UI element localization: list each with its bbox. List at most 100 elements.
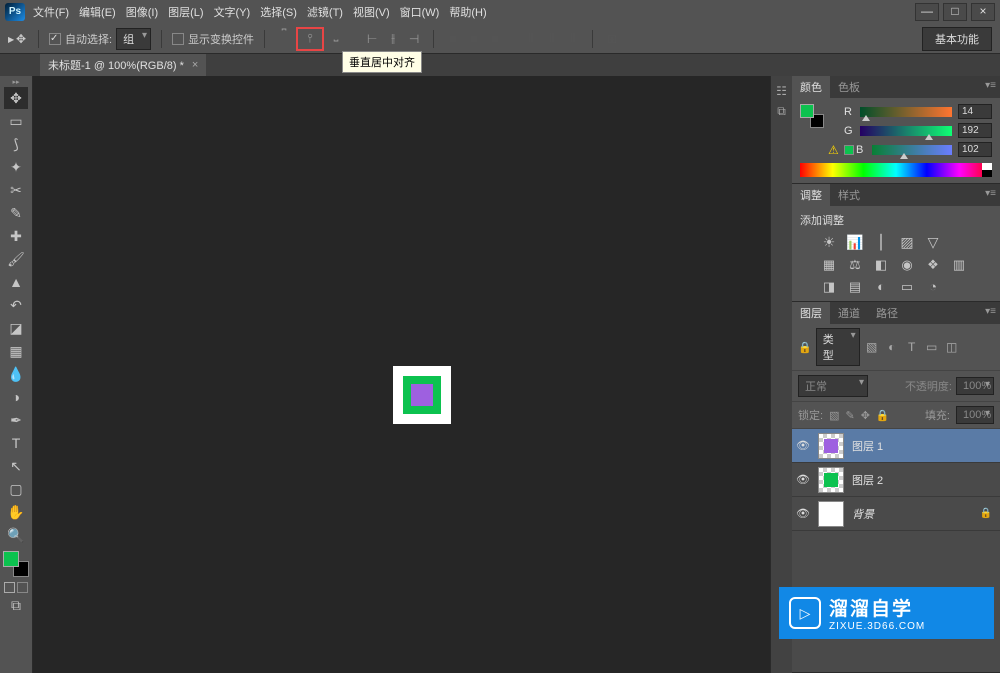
menu-layer[interactable]: 图层(L): [168, 4, 203, 20]
filter-pixel-icon[interactable]: ▧: [864, 340, 880, 354]
visibility-icon[interactable]: 👁: [796, 473, 810, 486]
hue-icon[interactable]: ▦: [820, 257, 838, 273]
zoom-tool[interactable]: 🔍: [4, 524, 28, 546]
lock-brush-icon[interactable]: ✎: [845, 409, 854, 422]
g-value[interactable]: 192: [958, 123, 992, 138]
move-tool[interactable]: ✥: [4, 87, 28, 109]
selective-icon[interactable]: ◔: [924, 279, 942, 295]
close-doc-icon[interactable]: ×: [192, 59, 198, 71]
type-tool[interactable]: T: [4, 432, 28, 454]
dist-left-icon[interactable]: ⦀: [522, 30, 540, 48]
canvas[interactable]: [33, 76, 770, 673]
history-brush-tool[interactable]: ↶: [4, 294, 28, 316]
hand-tool[interactable]: ✋: [4, 501, 28, 523]
balance-icon[interactable]: ⚖: [846, 257, 864, 273]
toolbox-expand-icon[interactable]: ▸▸: [4, 78, 28, 86]
eyedropper-tool[interactable]: ✎: [4, 202, 28, 224]
r-value[interactable]: 14: [958, 104, 992, 119]
layer-row[interactable]: 👁 背景 🔒: [792, 497, 1000, 531]
tab-swatches[interactable]: 色板: [830, 76, 868, 98]
gamut-swatch[interactable]: [844, 145, 854, 155]
gradient-map-icon[interactable]: ▭: [898, 279, 916, 295]
tab-color[interactable]: 颜色: [792, 76, 830, 98]
auto-select-checkbox[interactable]: [49, 33, 61, 45]
auto-align-icon[interactable]: ⊞: [603, 30, 621, 48]
workspace-switcher[interactable]: 基本功能: [922, 27, 992, 51]
marquee-tool[interactable]: ▭: [4, 110, 28, 132]
close-button[interactable]: ×: [971, 3, 995, 21]
channel-mixer-icon[interactable]: ❖: [924, 257, 942, 273]
color-ramp[interactable]: [800, 163, 992, 177]
shape-tool[interactable]: ▢: [4, 478, 28, 500]
menu-type[interactable]: 文字(Y): [214, 4, 251, 20]
layer-name[interactable]: 背景: [852, 506, 972, 522]
align-hcenter-icon[interactable]: ⫲: [384, 30, 402, 48]
layer-thumb[interactable]: [818, 433, 844, 459]
lookup-icon[interactable]: ▥: [950, 257, 968, 273]
foreground-color-swatch[interactable]: [3, 551, 19, 567]
menu-filter[interactable]: 滤镜(T): [307, 4, 343, 20]
move-tool-icon[interactable]: [8, 29, 28, 49]
lock-pos-icon[interactable]: ✥: [861, 409, 870, 422]
quick-mask-toggle[interactable]: [4, 582, 28, 593]
posterize-icon[interactable]: ▤: [846, 279, 864, 295]
layer-1-object[interactable]: [411, 384, 433, 406]
document-tab[interactable]: 未标题-1 @ 100%(RGB/8) * ×: [40, 54, 206, 76]
healing-tool[interactable]: ✚: [4, 225, 28, 247]
vibrance-icon[interactable]: ▽: [924, 234, 942, 251]
stamp-tool[interactable]: ▲: [4, 271, 28, 293]
crop-tool[interactable]: ✂: [4, 179, 28, 201]
dist-top-icon[interactable]: ≡: [444, 30, 462, 48]
exposure-icon[interactable]: ▨: [898, 234, 916, 251]
black-swatch[interactable]: [982, 170, 992, 177]
layer-name[interactable]: 图层 2: [852, 472, 996, 488]
b-slider[interactable]: [872, 145, 952, 155]
panel-swatches[interactable]: [800, 104, 824, 128]
menu-window[interactable]: 窗口(W): [400, 4, 440, 20]
panel-fg-swatch[interactable]: [800, 104, 814, 118]
b-value[interactable]: 102: [958, 142, 992, 157]
show-transform-checkbox[interactable]: [172, 33, 184, 45]
eraser-tool[interactable]: ◪: [4, 317, 28, 339]
filter-shape-icon[interactable]: ▭: [924, 340, 940, 354]
curves-icon[interactable]: ⎮: [872, 234, 890, 251]
tab-styles[interactable]: 样式: [830, 184, 868, 206]
layer-row[interactable]: 👁 图层 1: [792, 429, 1000, 463]
visibility-icon[interactable]: 👁: [796, 439, 810, 452]
fill-value[interactable]: 100%: [956, 406, 994, 424]
lasso-tool[interactable]: ⟆: [4, 133, 28, 155]
panel-menu-icon[interactable]: ▾≡: [985, 306, 996, 317]
invert-icon[interactable]: ◨: [820, 279, 838, 295]
dist-right-icon[interactable]: ⦀: [564, 30, 582, 48]
screen-mode-icon[interactable]: ⧉: [4, 594, 28, 616]
r-slider[interactable]: [860, 107, 952, 117]
history-panel-icon[interactable]: ☷: [774, 84, 790, 100]
dist-vcenter-icon[interactable]: ≡: [465, 30, 483, 48]
layer-name[interactable]: 图层 1: [852, 438, 996, 454]
align-top-icon[interactable]: ⎴: [275, 27, 293, 45]
white-swatch[interactable]: [982, 163, 992, 170]
maximize-button[interactable]: □: [943, 3, 967, 21]
dodge-tool[interactable]: ◑: [4, 386, 28, 408]
wand-tool[interactable]: ✦: [4, 156, 28, 178]
gradient-tool[interactable]: ▦: [4, 340, 28, 362]
align-right-icon[interactable]: ⊣: [405, 30, 423, 48]
blend-mode-select[interactable]: 正常: [798, 375, 868, 397]
foreground-background-swatch[interactable]: [3, 551, 29, 577]
tab-paths[interactable]: 路径: [868, 302, 906, 324]
levels-icon[interactable]: 📊: [846, 234, 864, 251]
visibility-icon[interactable]: 👁: [796, 507, 810, 520]
path-tool[interactable]: ↖: [4, 455, 28, 477]
opacity-value[interactable]: 100%: [956, 377, 994, 395]
align-bottom-icon[interactable]: ⎵: [327, 27, 345, 45]
panel-menu-icon[interactable]: ▾≡: [985, 188, 996, 199]
layer-thumb[interactable]: [818, 501, 844, 527]
threshold-icon[interactable]: ◐: [872, 279, 890, 295]
menu-help[interactable]: 帮助(H): [449, 4, 486, 20]
align-vcenter-icon[interactable]: ⫯: [301, 30, 319, 48]
filter-adjust-icon[interactable]: ◐: [884, 340, 900, 354]
menu-file[interactable]: 文件(F): [33, 4, 69, 20]
menu-edit[interactable]: 编辑(E): [79, 4, 116, 20]
auto-select-mode[interactable]: 组: [116, 28, 151, 50]
layer-thumb[interactable]: [818, 467, 844, 493]
